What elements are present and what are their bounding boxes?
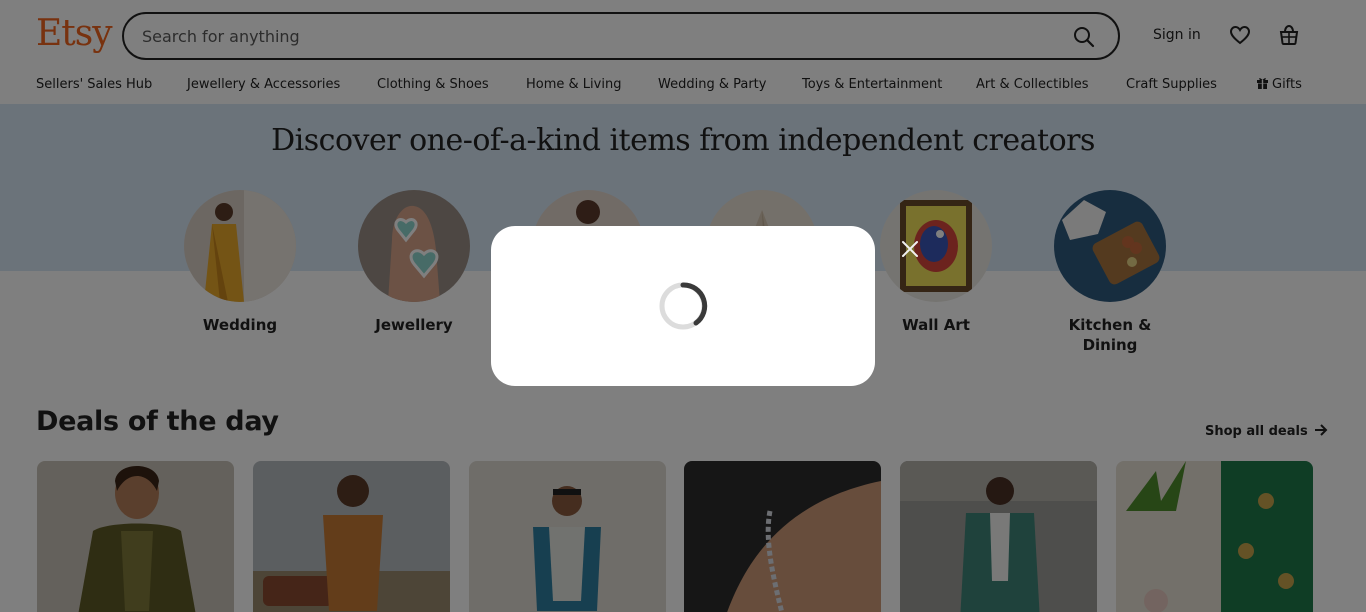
loading-modal — [491, 226, 875, 386]
loading-spinner-icon — [659, 282, 708, 330]
close-icon[interactable] — [901, 240, 919, 258]
